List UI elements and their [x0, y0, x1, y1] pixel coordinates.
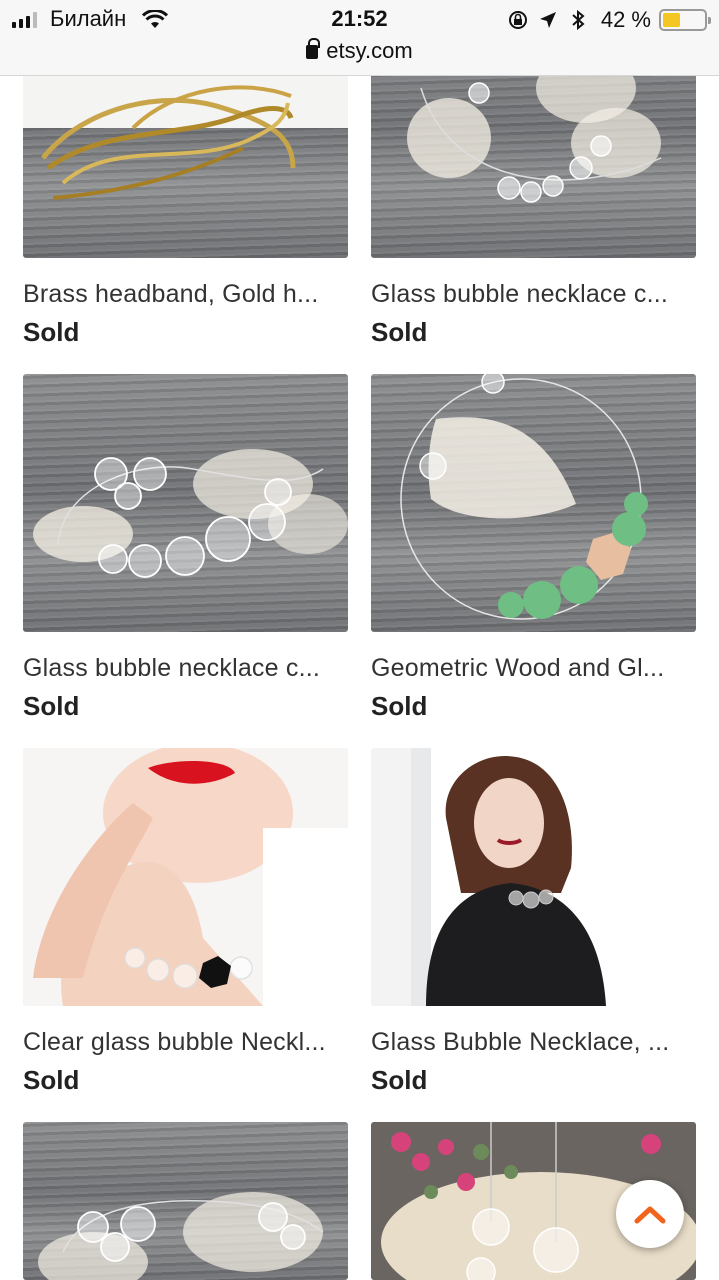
lock-icon: [306, 38, 321, 59]
listing-price: Sold: [23, 317, 80, 347]
listing-price: Sold: [23, 1065, 80, 1095]
listing-title[interactable]: Brass headband, Gold h...: [23, 280, 348, 309]
heart-icon: [641, 764, 679, 800]
browser-top-bar: Билайн 21:52 42 % etsy.com: [0, 0, 719, 76]
favorite-button[interactable]: [640, 762, 680, 802]
listing-price: Sold: [371, 317, 428, 347]
listing-grid: Brass headband, Gold h... Sold Glass bub…: [0, 0, 719, 1280]
listing-title[interactable]: Glass bubble necklace c...: [23, 654, 348, 683]
listing-card[interactable]: Clear glass bubble Neckl... Sold: [23, 748, 348, 1096]
listing-title[interactable]: Glass Bubble Necklace, ...: [371, 1028, 696, 1057]
listing-price: Sold: [371, 1065, 428, 1095]
listing-title[interactable]: Clear glass bubble Neckl...: [23, 1028, 348, 1057]
url-text[interactable]: etsy.com: [326, 38, 412, 63]
status-bar: Билайн 21:52 42 %: [0, 6, 719, 34]
chevron-up-icon: [634, 1206, 666, 1224]
listing-price: Sold: [23, 691, 80, 721]
battery-icon: [659, 9, 711, 31]
listing-image[interactable]: [371, 748, 696, 1006]
listing-card[interactable]: Glass bubble necklace c... Sold: [23, 374, 348, 722]
address-bar[interactable]: etsy.com: [0, 38, 719, 64]
listing-card[interactable]: [23, 1122, 348, 1280]
listing-card[interactable]: Geometric Wood and Gl... Sold: [371, 374, 696, 722]
bluetooth-icon: [572, 9, 585, 31]
listing-image[interactable]: [23, 1122, 348, 1280]
listing-card[interactable]: Glass Bubble Necklace, ... Sold: [371, 748, 696, 1096]
listing-price: Sold: [371, 691, 428, 721]
battery-percentage: 42 %: [600, 7, 651, 32]
listing-title[interactable]: Geometric Wood and Gl...: [371, 654, 696, 683]
listing-image[interactable]: [371, 374, 696, 632]
rotation-lock-icon: [508, 11, 527, 29]
location-icon: [539, 12, 556, 28]
listing-title[interactable]: Glass bubble necklace c...: [371, 280, 696, 309]
listing-image[interactable]: [23, 748, 348, 1006]
scroll-to-top-button[interactable]: [616, 1180, 684, 1248]
listing-image[interactable]: [23, 374, 348, 632]
